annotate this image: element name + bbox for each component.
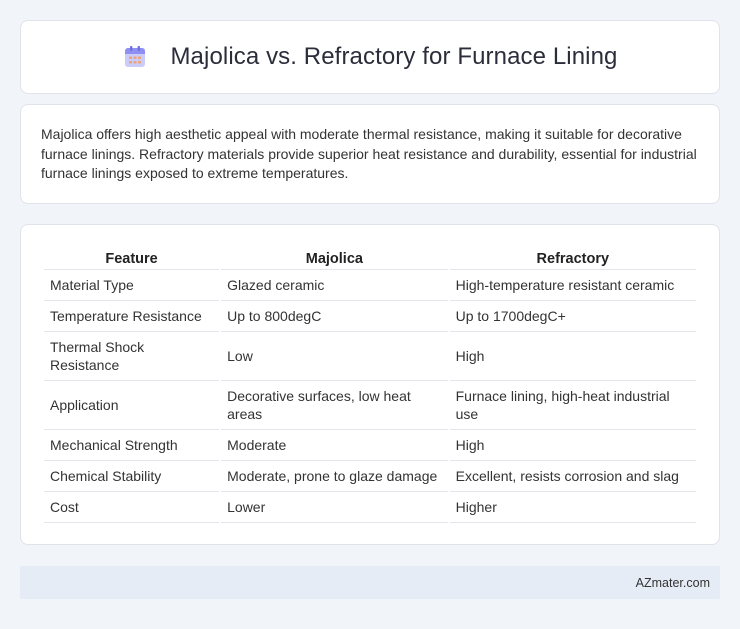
table-row: Chemical Stability Moderate, prone to gl… xyxy=(44,461,696,492)
majolica-cell: Up to 800degC xyxy=(221,301,448,332)
feature-cell: Chemical Stability xyxy=(44,461,220,492)
majolica-cell: Glazed ceramic xyxy=(221,270,448,301)
feature-cell: Material Type xyxy=(44,270,220,301)
footer-bar: AZmater.com xyxy=(20,566,720,599)
table-header-row: Feature Majolica Refractory xyxy=(44,245,696,270)
feature-cell: Temperature Resistance xyxy=(44,301,220,332)
majolica-cell: Moderate, prone to glaze damage xyxy=(221,461,448,492)
table-row: Cost Lower Higher xyxy=(44,492,696,523)
table-row: Temperature Resistance Up to 800degC Up … xyxy=(44,301,696,332)
summary-card: Majolica offers high aesthetic appeal wi… xyxy=(20,104,720,204)
refractory-cell: High xyxy=(449,430,696,461)
column-header-feature: Feature xyxy=(44,245,220,270)
table-row: Application Decorative surfaces, low hea… xyxy=(44,381,696,430)
table-row: Mechanical Strength Moderate High xyxy=(44,430,696,461)
comparison-table: Feature Majolica Refractory Material Typ… xyxy=(42,245,698,523)
title-card: Majolica vs. Refractory for Furnace Lini… xyxy=(20,20,720,94)
calendar-icon xyxy=(122,44,148,70)
page-title: Majolica vs. Refractory for Furnace Lini… xyxy=(170,43,618,70)
refractory-cell: Up to 1700degC+ xyxy=(449,301,696,332)
majolica-cell: Decorative surfaces, low heat areas xyxy=(221,381,448,430)
refractory-cell: Excellent, resists corrosion and slag xyxy=(449,461,696,492)
feature-cell: Thermal Shock Resistance xyxy=(44,332,220,381)
refractory-cell: Higher xyxy=(449,492,696,523)
feature-cell: Mechanical Strength xyxy=(44,430,220,461)
majolica-cell: Low xyxy=(221,332,448,381)
column-header-refractory: Refractory xyxy=(449,245,696,270)
majolica-cell: Lower xyxy=(221,492,448,523)
refractory-cell: Furnace lining, high-heat industrial use xyxy=(449,381,696,430)
table-row: Material Type Glazed ceramic High-temper… xyxy=(44,270,696,301)
feature-cell: Cost xyxy=(44,492,220,523)
column-header-majolica: Majolica xyxy=(221,245,448,270)
table-row: Thermal Shock Resistance Low High xyxy=(44,332,696,381)
footer-brand: AZmater.com xyxy=(635,575,710,590)
refractory-cell: High xyxy=(449,332,696,381)
feature-cell: Application xyxy=(44,381,220,430)
comparison-table-card: Feature Majolica Refractory Material Typ… xyxy=(20,224,720,545)
majolica-cell: Moderate xyxy=(221,430,448,461)
summary-text: Majolica offers high aesthetic appeal wi… xyxy=(41,126,697,181)
refractory-cell: High-temperature resistant ceramic xyxy=(449,270,696,301)
